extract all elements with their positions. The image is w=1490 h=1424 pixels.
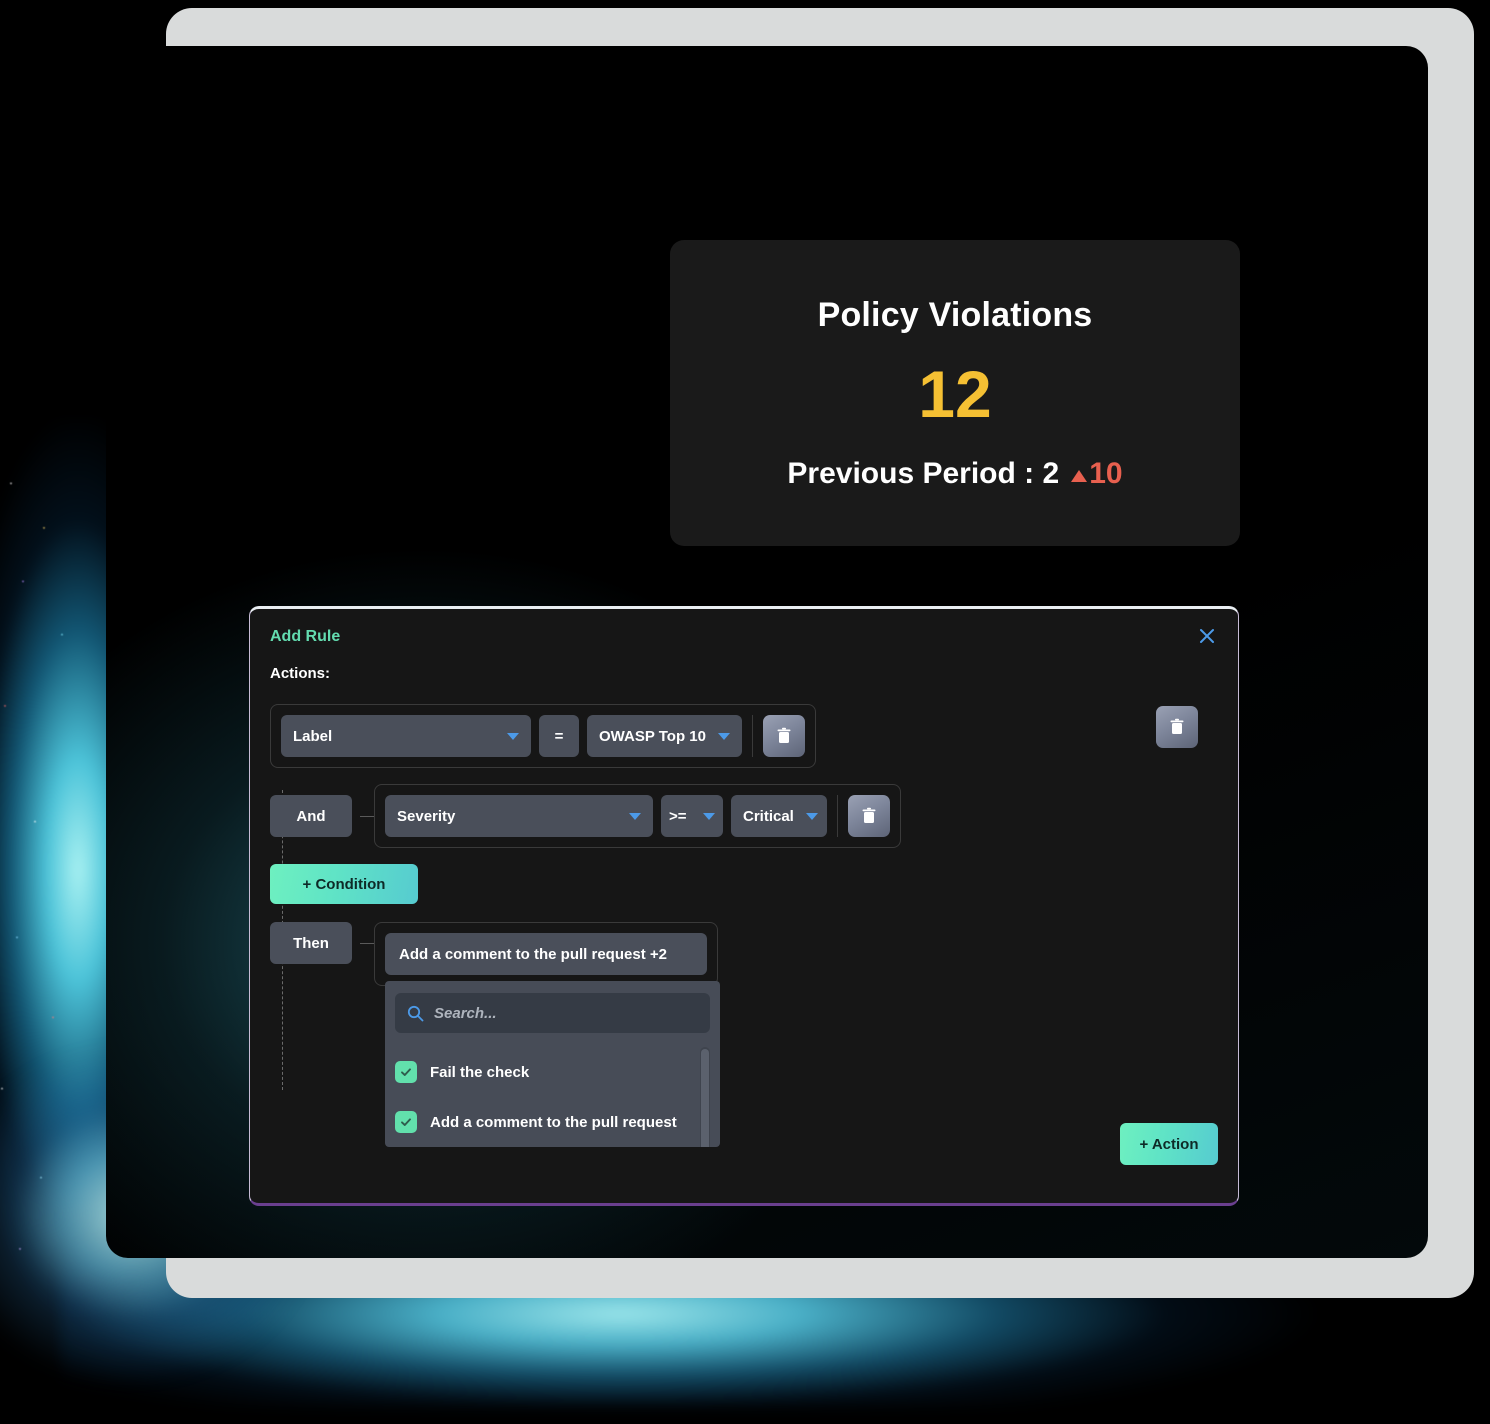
kpi-previous-period-label: Previous Period : 2 [787,456,1060,490]
dropdown-scrollbar[interactable] [700,1047,710,1147]
then-box: Add a comment to the pull request +2 Sea… [374,922,720,1147]
condition-2-delete-button[interactable] [848,795,890,837]
policy-violations-card: Policy Violations 12 Previous Period : 2… [670,240,1240,546]
condition-2-field-value: Severity [397,807,456,825]
condition-1-operator-value: = [554,727,564,745]
dialog-title: Add Rule [270,628,341,645]
chevron-down-icon [507,732,519,740]
condition-1-box: Label = OWASP Top 10 [270,704,816,768]
checkbox-checked-icon[interactable] [395,1061,417,1083]
dialog-body: Actions: Label = OWASP Top 10 And Severi… [250,665,1238,1165]
option-item[interactable]: Add a comment to the pull request [395,1097,694,1147]
condition-2-box: Severity >= Critical [374,784,901,848]
screenshot-root: Policy Violations 12 Previous Period : 2… [0,0,1490,1424]
condition-1-value: OWASP Top 10 [599,727,706,745]
action-option-list: Fail the check Add a comment to the pull… [395,1047,710,1147]
group-delete-button[interactable] [1156,706,1198,748]
kpi-title: Policy Violations [817,295,1093,334]
chevron-down-icon [805,812,818,820]
kpi-delta-value: 10 [1089,456,1123,490]
add-condition-button[interactable]: + Condition [270,864,418,904]
triangle-up-icon [1071,469,1088,482]
condition-2-operator-value: >= [669,807,687,825]
kpi-footer: Previous Period : 2 10 [787,457,1122,491]
kpi-value: 12 [918,356,992,431]
condition-1-field-value: Label [293,727,333,745]
checkbox-checked-icon[interactable] [395,1111,417,1133]
search-input[interactable] [434,1004,698,1022]
condition-1-delete-button[interactable] [762,715,805,757]
condition-1-field-select[interactable]: Label [281,715,531,757]
divider [751,715,753,757]
condition-1-value-select[interactable]: OWASP Top 10 [587,715,742,757]
condition-2-joiner[interactable]: And [270,795,352,837]
condition-row-2: And Severity >= Critical [270,784,1218,848]
option-label: Fail the check [430,1063,530,1081]
option-item[interactable]: Fail the check [395,1047,694,1097]
condition-1-operator-select[interactable]: = [539,715,579,757]
condition-2-field-select[interactable]: Severity [385,795,653,837]
add-action-button[interactable]: + Action [1120,1123,1218,1165]
chevron-down-icon [717,732,730,740]
condition-2-operator-select[interactable]: >= [661,795,723,837]
close-icon[interactable] [1194,623,1220,649]
app-screen: Policy Violations 12 Previous Period : 2… [106,46,1428,1258]
chevron-down-icon [629,812,641,820]
action-multiselect-value: Add a comment to the pull request +2 [399,945,667,963]
chevron-down-icon [703,812,715,820]
row-connector [360,815,374,817]
divider [837,795,838,837]
rule-rows: Label = OWASP Top 10 And Severity >= Cri… [270,704,1218,1147]
action-multiselect[interactable]: Add a comment to the pull request +2 [385,933,707,975]
action-dropdown-panel: Fail the check Add a comment [385,981,720,1147]
add-rule-dialog: Add Rule Actions: Label = OWASP Top 10 A… [249,606,1239,1206]
condition-row-1: Label = OWASP Top 10 [270,704,1218,768]
dropdown-search[interactable] [395,993,710,1033]
then-row: Then Add a comment to the pull request +… [270,922,1218,1147]
then-connector [360,943,374,944]
kpi-delta: 10 [1071,456,1123,491]
condition-2-value-select[interactable]: Critical [731,795,827,837]
scrollbar-thumb[interactable] [701,1049,709,1147]
search-icon [407,1005,424,1022]
then-joiner: Then [270,922,352,964]
dialog-header: Add Rule [250,609,1238,665]
option-label: Add a comment to the pull request [430,1113,677,1131]
actions-section-label: Actions: [270,665,330,682]
condition-2-value: Critical [743,807,794,825]
